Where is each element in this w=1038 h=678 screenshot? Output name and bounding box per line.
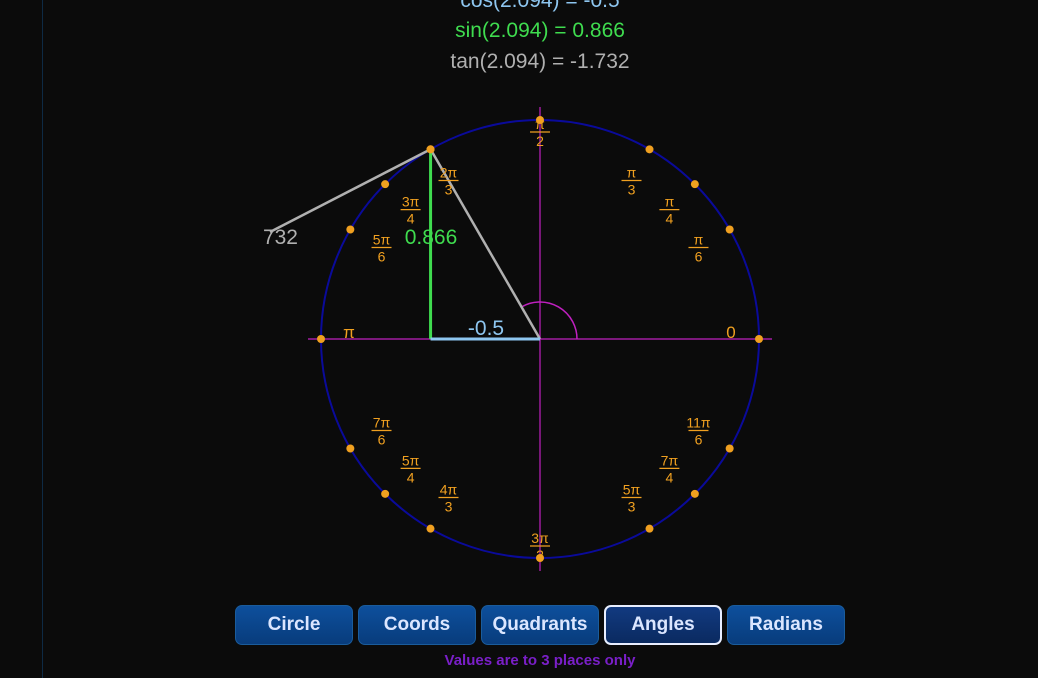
angle-mark-dot[interactable]: [725, 225, 734, 234]
angle-label-denominator: 2: [536, 547, 544, 563]
angle-label-numerator: 3π: [531, 530, 549, 546]
mode-toolbar: Circle Coords Quadrants Angles Radians: [235, 605, 845, 645]
angle-label: 5π3: [621, 481, 642, 514]
angle-label-denominator: 4: [407, 469, 415, 485]
angle-label: 3π4: [400, 194, 421, 227]
angle-label-denominator: 4: [407, 211, 415, 227]
angle-label-denominator: 6: [695, 432, 703, 448]
angle-label-denominator: 4: [666, 211, 674, 227]
angle-mark-dot[interactable]: [426, 524, 435, 533]
angle-mark-dot[interactable]: [317, 335, 325, 343]
angle-label-numerator: 11π: [686, 415, 711, 431]
angle-label: 11π6: [686, 415, 711, 448]
angle-label-numerator: π: [535, 116, 545, 132]
angle-label-numerator: 5π: [623, 481, 641, 497]
angle-mark-dot[interactable]: [690, 180, 699, 189]
angle-label-numerator: π: [627, 165, 637, 181]
angle-label-denominator: 6: [695, 249, 703, 265]
angle-mark-dot[interactable]: [645, 145, 654, 154]
angle-label: 5π6: [371, 232, 392, 265]
angle-label: 7π6: [371, 415, 392, 448]
tab-quadrants[interactable]: Quadrants: [481, 605, 599, 645]
angle-label-numerator: 5π: [402, 452, 420, 468]
angle-mark-dot[interactable]: [381, 180, 390, 189]
angle-label: 7π4: [659, 452, 680, 485]
angle-mark-dot[interactable]: [690, 489, 699, 498]
angle-point[interactable]: [426, 145, 435, 154]
angle-label-numerator: 4π: [440, 481, 458, 497]
angle-label-denominator: 4: [666, 469, 674, 485]
angle-mark-dot[interactable]: [381, 489, 390, 498]
angle-label-numerator: 2π: [440, 165, 458, 181]
tan-value-label: 732: [263, 226, 298, 249]
angle-mark-dot[interactable]: [725, 444, 734, 453]
tab-radians[interactable]: Radians: [727, 605, 845, 645]
pi-label: π: [343, 323, 355, 342]
angle-label-numerator: 7π: [661, 452, 679, 468]
angle-label-denominator: 3: [628, 182, 636, 198]
precision-note: Values are to 3 places only: [444, 652, 636, 669]
angle-mark-dot[interactable]: [346, 444, 355, 453]
tab-angles[interactable]: Angles: [604, 605, 722, 645]
angle-label: π6: [688, 232, 709, 265]
angle-label-denominator: 3: [628, 498, 636, 514]
angle-label-numerator: 3π: [402, 194, 420, 210]
angle-label-numerator: π: [665, 194, 675, 210]
angle-label: π4: [659, 194, 680, 227]
angle-label-denominator: 6: [378, 432, 386, 448]
angle-label-numerator: 7π: [373, 415, 391, 431]
angle-label: 5π4: [400, 452, 421, 485]
unit-circle-diagram[interactable]: π2π3π4π62π33π45π67π65π44π33π25π37π411π6 …: [0, 0, 1038, 600]
angle-label-numerator: π: [694, 232, 704, 248]
tab-coords[interactable]: Coords: [358, 605, 476, 645]
cos-value-label: -0.5: [468, 317, 504, 340]
angle-label-denominator: 6: [378, 249, 386, 265]
angle-mark-dot[interactable]: [645, 524, 654, 533]
angle-label-denominator: 2: [536, 133, 544, 149]
angle-mark-dot[interactable]: [346, 225, 355, 234]
angle-label: 4π3: [438, 481, 459, 514]
angle-label-numerator: 5π: [373, 232, 391, 248]
angle-label-denominator: 3: [445, 182, 453, 198]
angle-label-denominator: 3: [445, 498, 453, 514]
angle-label: π3: [621, 165, 642, 198]
zero-label: 0: [726, 323, 735, 342]
tab-circle[interactable]: Circle: [235, 605, 353, 645]
angle-mark-dot[interactable]: [755, 335, 763, 343]
sin-value-label: 0.866: [405, 226, 458, 249]
